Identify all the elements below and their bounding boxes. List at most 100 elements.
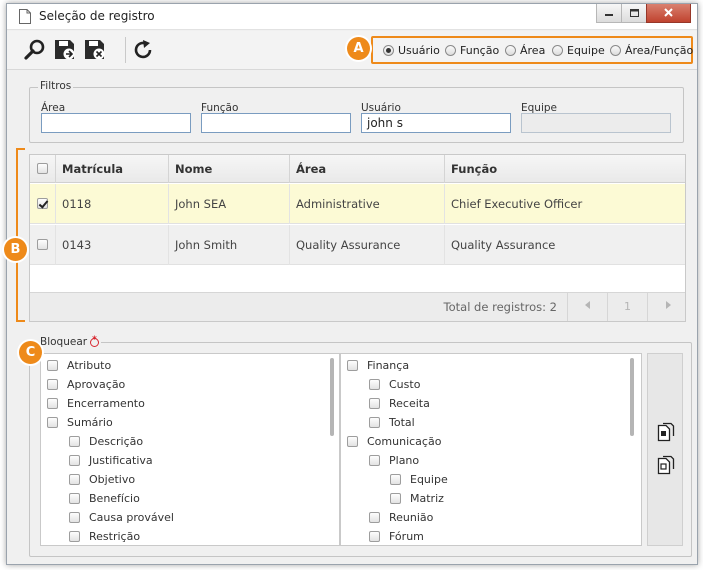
records-grid: Matrícula Nome Área Função 0118 John SEA… <box>29 154 686 322</box>
funcao-field[interactable] <box>201 113 351 133</box>
tree-checkbox[interactable] <box>69 436 80 447</box>
radio-button[interactable] <box>610 45 621 56</box>
radio-button[interactable] <box>552 45 563 56</box>
tree-checkbox[interactable] <box>369 512 380 523</box>
tree-item[interactable]: Restrição <box>69 530 140 543</box>
tree-checkbox[interactable] <box>69 455 80 466</box>
tree-checkbox[interactable] <box>390 474 401 485</box>
column-header-nome[interactable]: Nome <box>169 155 290 183</box>
window-title: Seleção de registro <box>39 9 155 23</box>
tree-item-label: Aprovação <box>67 378 126 391</box>
tree-checkbox[interactable] <box>347 360 358 371</box>
tree-item-label: Receita <box>389 397 430 410</box>
view-mode-radio-group: Usuário Função Área Equipe Área/Função <box>371 36 693 64</box>
refresh-icon[interactable] <box>131 38 155 62</box>
tree-item[interactable]: Receita <box>369 397 430 410</box>
cell-matricula: 0143 <box>56 225 169 265</box>
tree-item[interactable]: Comunicação <box>347 435 441 448</box>
radio-button[interactable] <box>505 45 516 56</box>
tree-item[interactable]: Total <box>369 416 415 429</box>
radio-label: Área <box>520 44 546 57</box>
tree-checkbox[interactable] <box>69 493 80 504</box>
restore-icon <box>630 9 639 17</box>
restore-button[interactable] <box>621 4 647 23</box>
save-new-icon[interactable] <box>53 38 77 62</box>
tree-item[interactable]: Fórum <box>369 530 424 543</box>
column-header-matricula[interactable]: Matrícula <box>56 155 169 183</box>
tree-checkbox[interactable] <box>69 474 80 485</box>
radio-button[interactable] <box>383 45 394 56</box>
tree-checkbox[interactable] <box>47 360 58 371</box>
tree-checkbox[interactable] <box>369 531 380 542</box>
radio-button[interactable] <box>445 45 456 56</box>
callout-a: A <box>347 37 370 60</box>
filters-group: Filtros Área Função Usuário john s Equip… <box>29 80 684 143</box>
uncheck-all-icon[interactable] <box>657 455 675 475</box>
tree-checkbox[interactable] <box>369 455 380 466</box>
minimize-icon <box>605 14 613 16</box>
column-header-funcao[interactable]: Função <box>445 155 685 183</box>
close-button[interactable] <box>646 4 691 23</box>
tree-item[interactable]: Equipe <box>390 473 448 486</box>
row-checkbox[interactable] <box>37 198 48 209</box>
tree-item[interactable]: Benefício <box>69 492 140 505</box>
title-bar: Seleção de registro <box>7 4 697 30</box>
tree-item[interactable]: Matriz <box>390 492 444 505</box>
row-checkbox[interactable] <box>37 239 48 250</box>
tree-item-label: Matriz <box>410 492 444 505</box>
tree-item[interactable]: Atributo <box>47 359 111 372</box>
minimize-button[interactable] <box>596 4 622 23</box>
current-page: 1 <box>607 293 647 321</box>
column-header-area[interactable]: Área <box>290 155 445 183</box>
tree-item[interactable]: Plano <box>369 454 419 467</box>
tree-item[interactable]: Causa provável <box>69 511 174 524</box>
tree-checkbox[interactable] <box>369 379 380 390</box>
search-icon[interactable] <box>23 38 47 62</box>
select-all-cell <box>30 155 56 183</box>
tree-checkbox[interactable] <box>47 398 58 409</box>
prev-page-button[interactable] <box>567 293 607 321</box>
tree-item-label: Fórum <box>389 530 424 543</box>
tree-item[interactable]: Encerramento <box>47 397 145 410</box>
tree-checkbox[interactable] <box>369 398 380 409</box>
tree-checkbox[interactable] <box>390 493 401 504</box>
tree-item-label: Objetivo <box>89 473 136 486</box>
radio-funcao[interactable]: Função <box>445 44 499 57</box>
table-row[interactable]: 0118 John SEA Administrative Chief Execu… <box>30 184 685 224</box>
tree-checkbox[interactable] <box>69 512 80 523</box>
select-all-checkbox[interactable] <box>37 163 48 174</box>
tree-item[interactable]: Sumário <box>47 416 113 429</box>
tree-item[interactable]: Reunião <box>369 511 433 524</box>
save-close-icon[interactable] <box>83 38 107 62</box>
tree-item-label: Sumário <box>67 416 113 429</box>
tree-checkbox[interactable] <box>47 417 58 428</box>
tree-item[interactable]: Objetivo <box>69 473 135 486</box>
radio-label: Equipe <box>567 44 605 57</box>
tree-item[interactable]: Finança <box>347 359 409 372</box>
tree-checkbox[interactable] <box>369 417 380 428</box>
usuario-field[interactable]: john s <box>361 113 511 133</box>
tree-checkbox[interactable] <box>47 379 58 390</box>
area-field[interactable] <box>41 113 191 133</box>
tree-checkbox[interactable] <box>347 436 358 447</box>
selection-dialog: Seleção de registro Usuário Função Área … <box>6 3 698 565</box>
tree-item[interactable]: Descrição <box>69 435 143 448</box>
tree-item[interactable]: Justificativa <box>69 454 153 467</box>
next-page-button[interactable] <box>647 293 687 321</box>
check-all-icon[interactable] <box>657 422 675 442</box>
filters-legend: Filtros <box>38 80 74 92</box>
table-row[interactable]: 0143 John Smith Quality Assurance Qualit… <box>30 225 685 265</box>
tree-item[interactable]: Custo <box>369 378 420 391</box>
row-select-cell <box>30 225 56 265</box>
tree-item[interactable]: Aprovação <box>47 378 125 391</box>
chevron-right-icon <box>665 301 671 309</box>
radio-label: Usuário <box>398 44 440 57</box>
cell-funcao: Chief Executive Officer <box>451 197 583 211</box>
radio-area-funcao[interactable]: Área/Função <box>610 44 693 57</box>
scrollbar-thumb[interactable] <box>330 358 334 436</box>
tree-checkbox[interactable] <box>69 531 80 542</box>
radio-area[interactable]: Área <box>505 44 545 57</box>
radio-equipe[interactable]: Equipe <box>552 44 605 57</box>
radio-usuario[interactable]: Usuário <box>383 44 440 57</box>
scrollbar-thumb[interactable] <box>630 358 634 436</box>
